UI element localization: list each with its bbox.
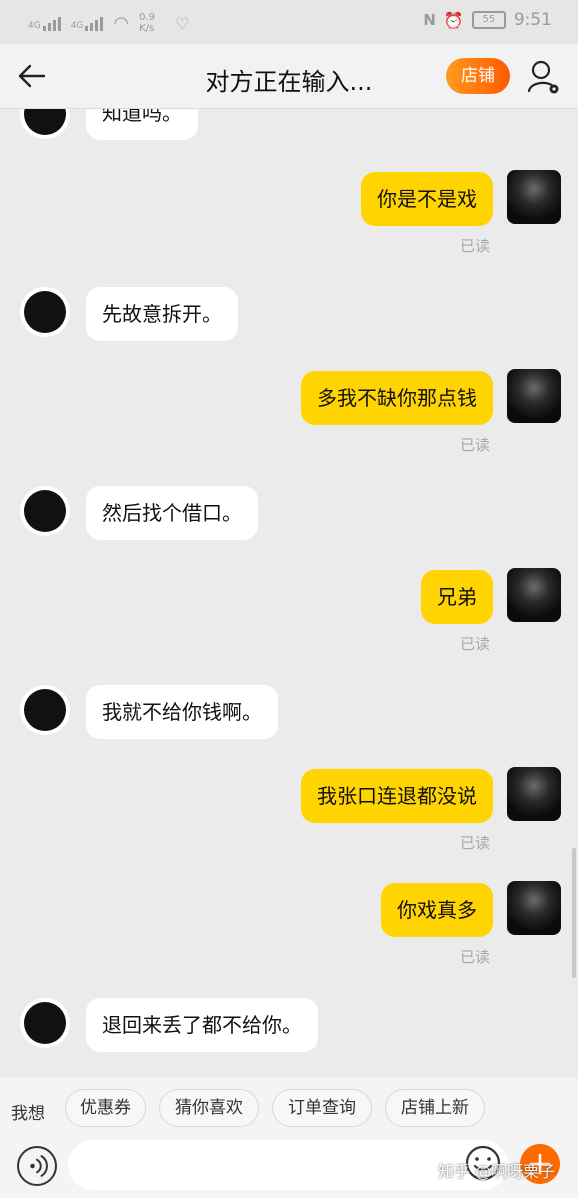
chip-order-query[interactable]: 订单查询 bbox=[272, 1089, 372, 1127]
avatar[interactable] bbox=[20, 998, 70, 1048]
battery-icon: 55 bbox=[471, 11, 506, 29]
voice-icon[interactable] bbox=[17, 1146, 57, 1186]
message-bubble[interactable]: 多我不缺你那点钱 bbox=[301, 371, 493, 425]
status-bar: 4G 4G ◠ 0.9 K/s ♡ N ⏰ 55 9:51 bbox=[0, 0, 578, 44]
avatar[interactable] bbox=[507, 170, 561, 224]
message-bubble[interactable]: 退回来丢了都不给你。 bbox=[86, 998, 318, 1052]
shop-button[interactable]: 店铺 bbox=[446, 58, 510, 94]
read-status: 已读 bbox=[460, 948, 491, 966]
message-bubble[interactable]: 兄弟 bbox=[421, 570, 493, 624]
message-bubble[interactable]: 我张口连退都没说 bbox=[301, 769, 493, 823]
message-bubble[interactable]: 然后找个借口。 bbox=[86, 486, 258, 540]
avatar[interactable] bbox=[507, 767, 561, 821]
chip-coupon[interactable]: 优惠券 bbox=[65, 1089, 146, 1127]
battery-level: 55 bbox=[482, 14, 496, 25]
message-bubble[interactable]: 知道吗。 bbox=[86, 109, 198, 140]
avatar[interactable] bbox=[20, 685, 70, 735]
chip-new-arrivals[interactable]: 店铺上新 bbox=[385, 1089, 485, 1127]
read-status: 已读 bbox=[460, 436, 491, 454]
message-bubble[interactable]: 你是不是戏 bbox=[361, 172, 493, 226]
alarm-icon: ⏰ bbox=[443, 10, 464, 30]
read-status: 已读 bbox=[460, 834, 491, 852]
signal-label-2: 4G bbox=[70, 21, 84, 31]
chat-area[interactable]: 知道吗。 你是不是戏 已读 先故意拆开。 多我不缺你那点钱 已读 然后找个借口。… bbox=[0, 109, 578, 1077]
read-status: 已读 bbox=[460, 635, 491, 653]
chat-header: 对方正在输入... 店铺 bbox=[0, 44, 578, 109]
message-bubble[interactable]: 先故意拆开。 bbox=[86, 287, 238, 341]
avatar[interactable] bbox=[507, 568, 561, 622]
net-speed: 0.9 K/s bbox=[139, 12, 156, 34]
input-bar: 知乎 @啊呀栗子 bbox=[0, 1138, 578, 1198]
read-status: 已读 bbox=[460, 237, 491, 255]
quick-reply-label: 我想 bbox=[11, 1104, 45, 1124]
quick-reply-bar: 我想 优惠券 猜你喜欢 订单查询 店铺上新 bbox=[0, 1078, 578, 1138]
watermark: 知乎 @啊呀栗子 bbox=[438, 1162, 556, 1181]
avatar[interactable] bbox=[20, 486, 70, 536]
signal-label-1: 4G bbox=[28, 21, 41, 31]
heart-monitor-icon: ♡ bbox=[175, 13, 190, 33]
chip-recommend[interactable]: 猜你喜欢 bbox=[159, 1089, 259, 1127]
message-bubble[interactable]: 我就不给你钱啊。 bbox=[86, 685, 278, 739]
signal-icon-2: 4G bbox=[71, 15, 104, 31]
scrollbar[interactable] bbox=[572, 848, 576, 978]
nfc-icon: N bbox=[423, 11, 436, 29]
signal-icon: 4G bbox=[28, 15, 61, 31]
clock: 9:51 bbox=[513, 10, 552, 30]
avatar[interactable] bbox=[20, 109, 70, 139]
avatar[interactable] bbox=[507, 369, 561, 423]
message-bubble[interactable]: 你戏真多 bbox=[381, 883, 493, 937]
avatar[interactable] bbox=[20, 287, 70, 337]
wifi-icon: ◠ bbox=[113, 12, 130, 34]
avatar[interactable] bbox=[507, 881, 561, 935]
user-settings-icon[interactable] bbox=[527, 59, 561, 95]
